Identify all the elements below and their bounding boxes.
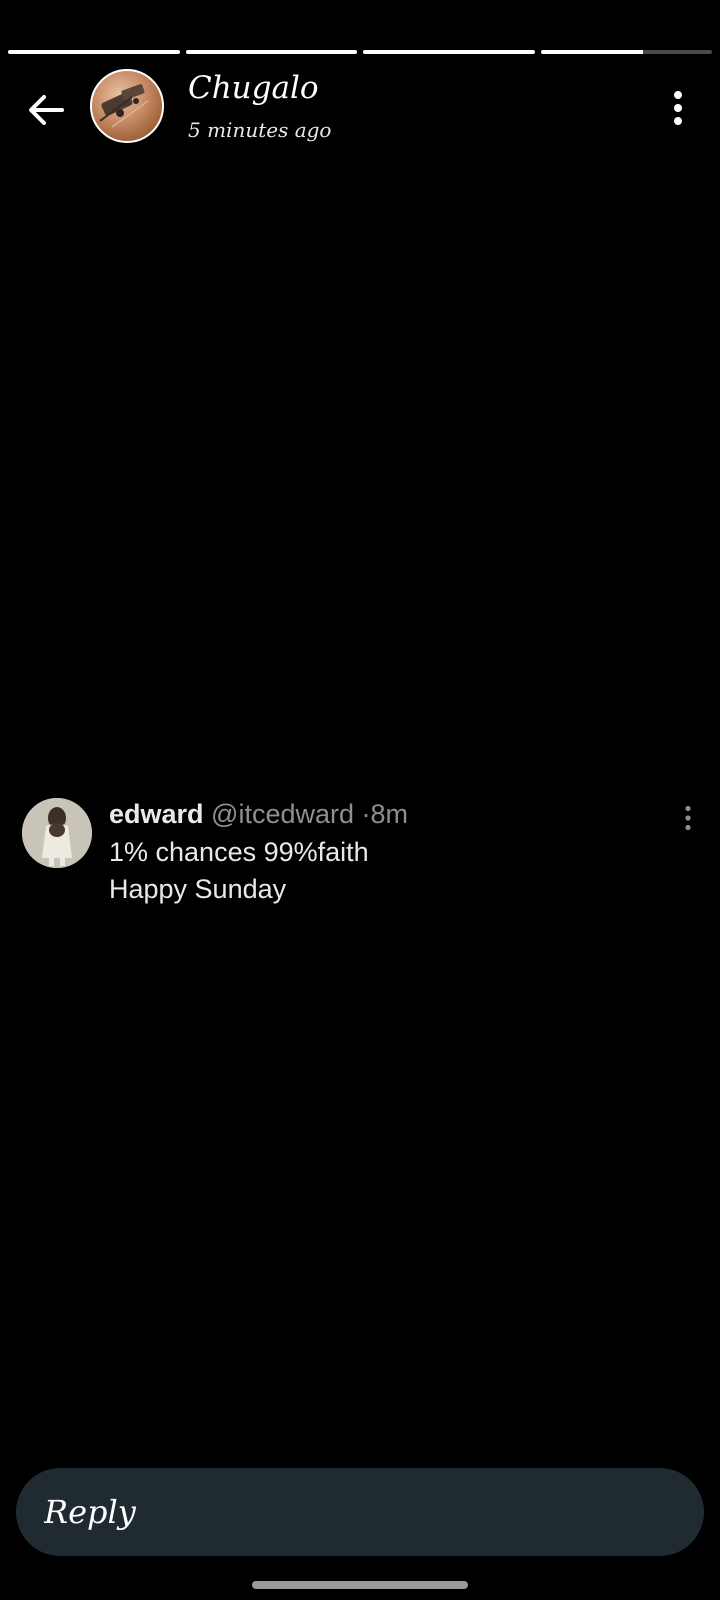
progress-fill: [363, 50, 535, 54]
arrow-left-icon: [29, 95, 64, 125]
tweet-line: 1% chances 99%faith: [109, 837, 369, 867]
story-progress: [8, 50, 712, 54]
story-more-button[interactable]: [658, 86, 698, 130]
progress-segment: [8, 50, 180, 54]
more-vertical-icon: [674, 91, 682, 125]
tweet-avatar[interactable]: [22, 798, 92, 868]
tweet-author-handle[interactable]: @itcedward: [211, 799, 354, 829]
tweet-separator: ·: [361, 799, 371, 829]
story-timestamp: 5 minutes ago: [188, 118, 332, 142]
tweet-age: 8m: [370, 799, 409, 829]
story-viewer: Chugalo 5 minutes ago edward @itcedward …: [0, 0, 720, 1600]
progress-segment: [363, 50, 535, 54]
progress-fill: [185, 50, 357, 54]
story-username[interactable]: Chugalo: [188, 70, 319, 106]
home-indicator[interactable]: [252, 1581, 468, 1589]
progress-segment: [185, 50, 357, 54]
avatar-image: [99, 84, 149, 128]
progress-segment: [540, 50, 712, 54]
back-button[interactable]: [22, 86, 70, 134]
reply-bar[interactable]: [16, 1468, 704, 1556]
tweet-author-name[interactable]: edward: [109, 799, 204, 829]
more-vertical-icon: [685, 805, 691, 831]
progress-fill: [540, 50, 644, 54]
reply-input[interactable]: [44, 1493, 644, 1531]
tweet-text: 1% chances 99%faith Happy Sunday: [109, 834, 369, 908]
tweet-header: edward @itcedward ·8m: [109, 798, 408, 830]
progress-fill: [8, 50, 180, 54]
avatar-image: [22, 798, 92, 868]
tweet-more-button[interactable]: [676, 802, 700, 834]
tweet-line: Happy Sunday: [109, 874, 287, 904]
story-avatar[interactable]: [90, 69, 164, 143]
